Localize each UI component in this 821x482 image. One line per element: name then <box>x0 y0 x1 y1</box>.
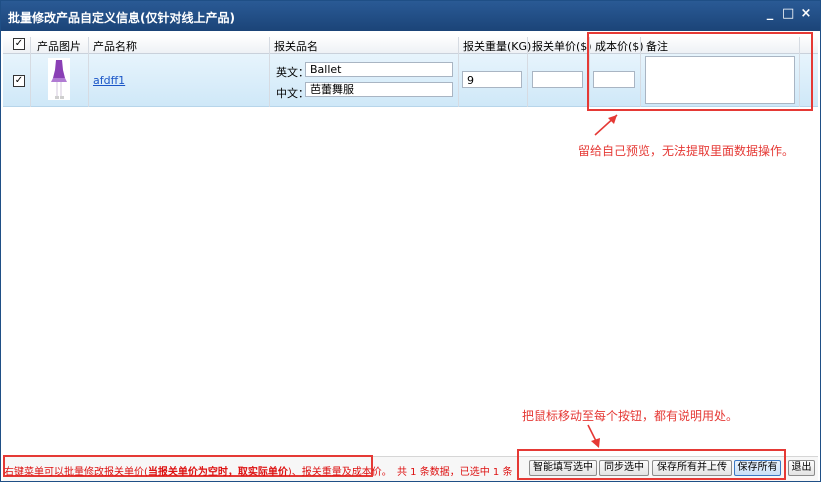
window-controls: _ □ × <box>764 6 812 21</box>
save-all-button[interactable]: 保存所有 <box>734 460 781 476</box>
arrow-down-icon <box>587 424 600 448</box>
select-all-checkbox[interactable]: ✓ <box>13 38 25 50</box>
price-field[interactable] <box>532 71 583 88</box>
window-title: 批量修改产品自定义信息(仅针对线上产品) <box>8 11 235 25</box>
save-all-upload-button[interactable]: 保存所有并上传 <box>652 460 732 476</box>
highlight-box-top <box>587 32 813 111</box>
batch-edit-window: 批量修改产品自定义信息(仅针对线上产品) _ □ × ✓ 产品图片 产品名称 报… <box>0 0 821 482</box>
col-header-customs-name: 报关品名 <box>274 40 318 53</box>
col-header-image: 产品图片 <box>37 40 81 53</box>
close-icon[interactable]: × <box>800 6 812 21</box>
sync-selected-button[interactable]: 同步选中 <box>599 460 649 476</box>
chinese-name-field[interactable]: 芭蕾舞服 <box>305 82 453 97</box>
smart-fill-button[interactable]: 智能填写选中 <box>529 460 597 476</box>
english-name-field[interactable]: Ballet <box>305 62 453 77</box>
exit-button[interactable]: 退出 <box>788 460 815 476</box>
arrow-up-icon <box>594 114 618 136</box>
weight-field[interactable]: 9 <box>462 71 522 88</box>
minimize-icon[interactable]: _ <box>764 6 776 21</box>
col-header-name: 产品名称 <box>93 40 137 53</box>
row-checkbox[interactable]: ✓ <box>13 75 25 87</box>
col-header-weight: 报关重量(KG) <box>463 40 532 53</box>
preview-note: 留给自己预览，无法提取里面数据操作。 <box>578 144 795 158</box>
product-name-link[interactable]: afdff1 <box>93 74 125 87</box>
maximize-icon[interactable]: □ <box>782 6 794 21</box>
status-hint: 右键菜单可以批量修改报关单价(当报关单价为空时，取实际单价)、报关重量及成本价。… <box>4 467 513 478</box>
col-header-price: 报关单价($) <box>532 40 592 53</box>
record-count: 共 1 条数据，已选中 1 条 <box>397 467 513 478</box>
product-thumbnail[interactable] <box>48 58 70 100</box>
button-hint-note: 把鼠标移动至每个按钮，都有说明用处。 <box>522 409 739 423</box>
title-bar: 批量修改产品自定义信息(仅针对线上产品) _ □ × <box>1 1 820 31</box>
